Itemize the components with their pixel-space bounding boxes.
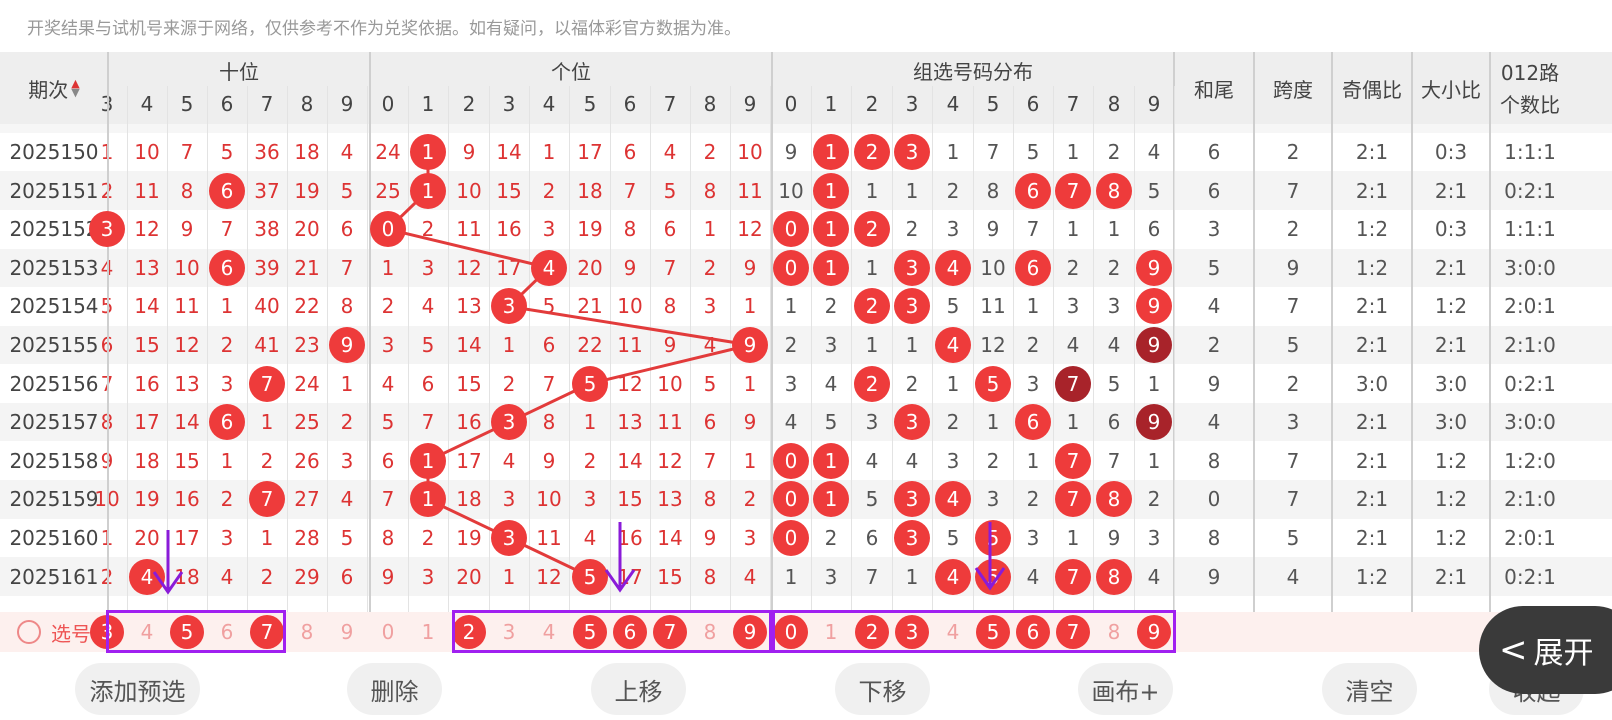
move-down-button[interactable]: 下移 <box>835 663 930 715</box>
lottery-trend-page: { "notice":"开奖结果与试机号来源于网络，仅供参考不作为兑奖依据。如有… <box>0 0 1612 720</box>
annotation-arrows <box>152 522 1006 595</box>
delete-button[interactable]: 删除 <box>347 663 442 715</box>
add-preselect-button[interactable]: 添加预选 <box>75 663 200 715</box>
expand-button[interactable]: < 展开 <box>1479 606 1612 694</box>
chevron-left-icon: < <box>1499 630 1528 670</box>
canvas-plus-button[interactable]: 画布+ <box>1078 663 1173 715</box>
move-up-button[interactable]: 上移 <box>591 663 686 715</box>
expand-label: 展开 <box>1533 636 1594 671</box>
action-bar: 添加预选 删除 上移 下移 画布+ 清空 收起 <box>0 655 1612 720</box>
clear-button[interactable]: 清空 <box>1322 663 1417 715</box>
